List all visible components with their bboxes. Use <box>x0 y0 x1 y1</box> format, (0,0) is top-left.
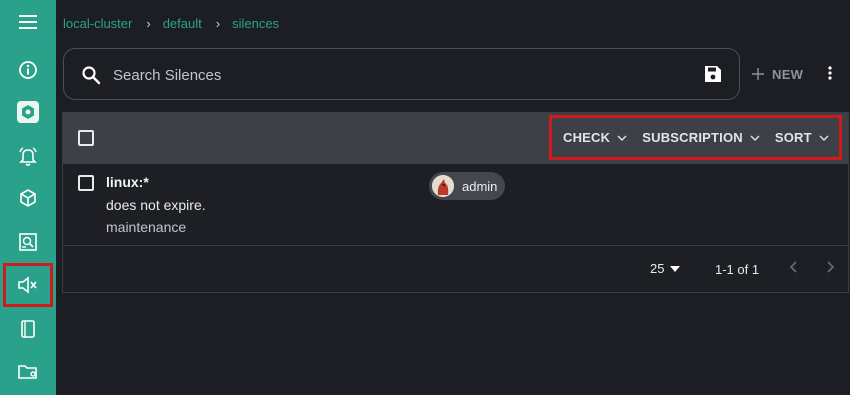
caret-down-icon <box>670 265 681 272</box>
filter-check-label: CHECK <box>563 130 611 145</box>
breadcrumb-cluster[interactable]: local-cluster <box>63 16 132 31</box>
filter-check-button[interactable]: CHECK <box>563 130 627 145</box>
pagination-range: 1-1 of 1 <box>715 262 760 277</box>
list-item[interactable]: linux:* does not expire. maintenance adm… <box>63 164 848 246</box>
cardinal-avatar-icon <box>432 175 454 197</box>
save-icon[interactable] <box>704 65 722 83</box>
folder-settings-icon <box>18 365 37 379</box>
plus-icon <box>752 68 764 80</box>
sidebar <box>0 0 56 395</box>
silences-list: CHECK SUBSCRIPTION SORT linux:* does not… <box>62 112 849 293</box>
breadcrumb-current[interactable]: silences <box>232 16 279 31</box>
select-all-checkbox[interactable] <box>78 130 94 146</box>
search-icon <box>82 66 101 85</box>
hexagon-icon <box>17 101 39 123</box>
search-input[interactable] <box>111 63 671 87</box>
sidebar-item-events[interactable] <box>0 220 56 264</box>
breadcrumb-separator: › <box>146 15 151 31</box>
more-vert-icon[interactable] <box>826 66 834 80</box>
report-icon <box>19 233 37 251</box>
breadcrumb-namespace[interactable]: default <box>163 16 202 31</box>
sidebar-item-overview[interactable] <box>0 90 56 134</box>
pagination: 25 1-1 of 1 <box>63 246 848 292</box>
breadcrumb-separator: › <box>215 15 221 31</box>
search-box <box>63 48 740 100</box>
sidebar-item-checks[interactable] <box>0 307 56 351</box>
filter-toolbar: CHECK SUBSCRIPTION SORT <box>549 115 842 160</box>
creator-chip[interactable]: admin <box>429 172 505 200</box>
silence-name: linux:* <box>106 174 149 190</box>
sidebar-item-silences[interactable] <box>3 263 53 307</box>
sidebar-item-info[interactable] <box>0 48 56 92</box>
row-checkbox[interactable] <box>78 175 94 191</box>
sidebar-item-alerts[interactable] <box>0 134 56 178</box>
new-button-label: NEW <box>772 66 804 82</box>
info-icon <box>19 61 37 79</box>
chevron-down-icon <box>617 135 627 141</box>
breadcrumb: local-cluster › default › silences <box>63 14 279 32</box>
creator-name: admin <box>462 178 498 194</box>
silence-reason: maintenance <box>106 219 187 235</box>
chevron-right-icon[interactable] <box>823 260 837 274</box>
rows-per-page-value: 25 <box>650 261 665 276</box>
document-icon <box>21 320 35 338</box>
silence-expiry: does not expire. <box>106 197 206 213</box>
new-button[interactable]: NEW <box>752 64 803 84</box>
chevron-left-icon[interactable] <box>787 260 801 274</box>
filter-subscription-label: SUBSCRIPTION <box>642 130 743 145</box>
sort-button[interactable]: SORT <box>775 130 829 145</box>
list-header: CHECK SUBSCRIPTION SORT <box>63 113 848 164</box>
sort-label: SORT <box>774 130 812 145</box>
avatar <box>432 175 454 197</box>
chevron-down-icon <box>819 135 829 141</box>
cube-icon <box>20 189 36 207</box>
speaker-mute-icon <box>18 276 37 294</box>
rows-per-page-select[interactable]: 25 <box>650 261 681 276</box>
sidebar-item-configuration[interactable] <box>0 350 56 394</box>
chevron-down-icon <box>750 135 760 141</box>
menu-icon <box>19 15 37 29</box>
sidebar-item-entities[interactable] <box>0 176 56 220</box>
bell-icon <box>19 147 37 166</box>
filter-subscription-button[interactable]: SUBSCRIPTION <box>642 130 760 145</box>
menu-button[interactable] <box>0 0 56 44</box>
